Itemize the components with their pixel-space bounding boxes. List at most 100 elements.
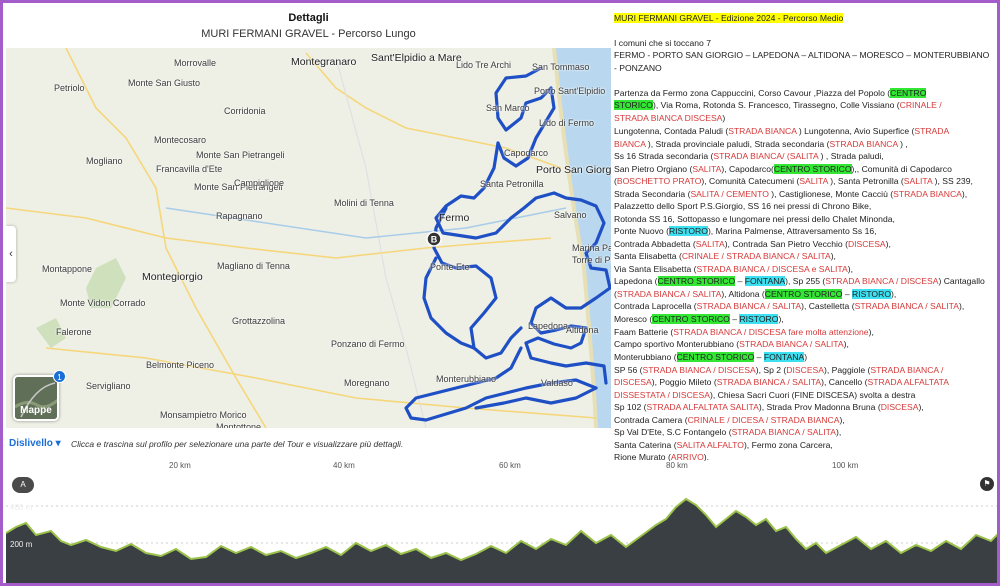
place-label: Molini di Tenna [334,198,394,208]
step-line: BIANCA ), Strada provinciale paludi, Str… [614,139,908,149]
place-label: Montegiorgio [142,271,203,283]
step-line: Lungotenna, Contada Paludi (STRADA BIANC… [614,126,950,136]
map-layers-label: Mappe [20,405,52,416]
place-label: Falerone [56,327,92,337]
place-label: Montottone [216,422,262,428]
place-label: Moregnano [344,378,390,388]
place-label: Salvano [554,210,587,220]
step-line: Contrada Camera (CRINALE / DICESA / STRA… [614,415,845,425]
layers-count-badge: 1 [53,370,66,383]
place-label: Monte Vidon Corrado [60,298,146,308]
step-line: Santa Caterina (SALITA ALFALTO), Fermo z… [614,440,833,450]
place-label: Servigliano [86,381,131,391]
step-line: Ss 16 Strada secondaria (STRADA BIANCA/ … [614,151,884,161]
place-label: Montappone [42,264,93,274]
place-label: Lido Tre Archi [456,60,512,70]
place-label: Grottazzolina [232,316,286,326]
details-title: Dettagli [288,12,329,24]
step-line: STRADA BIANCA DISCESA) [614,113,726,123]
comuni-count: I comuni che si toccano 7 [614,38,711,48]
step-line: Partenza da Fermo zona Cappuccini, Corso… [614,88,927,98]
place-label: Montegranaro [291,56,357,68]
place-label: Francavilla d'Ete [156,164,223,174]
flag-icon[interactable]: ⚑ [980,477,994,491]
place-label: Petriolo [54,83,85,93]
place-label: Torre di Palme [572,255,611,265]
collapse-sidebar-button[interactable]: ‹ [6,226,16,282]
elevation-dropdown[interactable]: Dislivello ▾ [9,438,61,449]
step-line: Sp 102 (STRADA ALFALTATA SALITA), Strada… [614,402,924,412]
tour-name: MURI FERMANI GRAVEL - Percorso Lungo [201,28,416,40]
place-label: Morrovalle [174,58,217,68]
place-label: Rapagnano [216,211,263,221]
route-map[interactable]: B Montegranaro Sant'Elpidio a Mare Petriol… [6,48,611,428]
place-label: Lido di Fermo [539,118,595,128]
place-label: San Tommaso [532,62,590,72]
step-line: Santa Elisabetta (CRINALE / STRADA BIANC… [614,251,836,261]
place-label: San Marco [486,103,530,113]
profile-hint: Clicca e trascina sul profilo per selezi… [71,439,404,449]
details-header: Dettagli MURI FERMANI GRAVEL - Percorso … [6,6,611,48]
place-label: Mogliano [86,156,123,166]
place-label: Porto San Giorgio [536,164,611,176]
step-line: Sp Val D'Ete, S.C Fontangelo (STRADA BIA… [614,427,842,437]
step-line: Rotonda SS 16, Sottopasso e lungomare ne… [614,214,895,224]
place-label: Ponte Ete [430,262,470,272]
step-line: Campo sportivo Monterubbiano (STRADA BIA… [614,339,849,349]
place-label: Marina Palmense [572,243,611,253]
altitude-label: 200 m [10,540,33,549]
distance-tick: 100 km [832,461,859,470]
step-line: (STRADA BIANCA / SALITA), Altidona (CENT… [614,289,897,299]
waypoint-label: B [431,235,438,245]
place-label: Monsampietro Morico [160,410,247,420]
distance-tick: 20 km [169,461,191,470]
step-line: STORICO), Via Roma, Rotonda S. Francesco… [614,100,942,110]
step-line: Contrada Abbadetta (SALITA), Contrada Sa… [614,239,891,249]
step-line: Lapedona (CENTRO STORICO – FONTANA), Sp … [614,276,985,286]
place-label: Santa Petronilla [480,179,544,189]
step-line: San Pietro Orgiano (SALITA), Capodarco(C… [614,164,952,174]
place-label: Belmonte Piceno [146,360,215,370]
step-line: Faam Batterie (STRADA BIANCA / DISCESA f… [614,327,874,337]
step-line: Contrada Laprocella (STRADA BIANCA / SAL… [614,301,965,311]
step-line: SP 56 (STRADA BIANCA / DISCESA), Sp 2 (D… [614,365,944,375]
place-label: Porto Sant'Elpidio [534,86,606,96]
place-label: Montecosaro [154,135,207,145]
screenshot-frame: Dettagli MURI FERMANI GRAVEL - Percorso … [0,0,1000,586]
place-label: Sant'Elpidio a Mare [371,52,462,64]
comuni-list: FERMO - PORTO SAN GIORGIO – LAPEDONA – A… [614,50,990,60]
route-description: MURI FERMANI GRAVEL - Edizione 2024 - Pe… [611,6,997,466]
place-label: Valdaso [541,378,573,388]
distance-tick: 80 km [666,461,688,470]
step-line: Via Santa Elisabetta (STRADA BIANCA / DI… [614,264,853,274]
elevation-profile[interactable]: 20 km 40 km 60 km 80 km 100 km 400 m 200 m A… [5,461,999,586]
step-line: (BOSCHETTO PRATO), Comunità Catecumeni (… [614,176,973,186]
place-label: Monte San Giusto [128,78,201,88]
step-line: Ponte Nuovo (RISTORO), Marina Palmense, … [614,226,877,236]
waypoint-marker: B [426,231,442,247]
tour-panel: Dettagli MURI FERMANI GRAVEL - Percorso … [6,6,611,461]
step-line: DISSESTATA / DISCESA), Chiesa Sacri Cuor… [614,390,916,400]
place-label: Altidona [566,325,599,335]
place-label: Capodarco [504,148,549,158]
step-line: Monterubbiano (CENTRO STORICO – FONTANA) [614,352,808,362]
place-label: Magliano di Tenna [217,261,290,271]
altitude-label: 400 m [10,503,33,512]
elevation-chart[interactable] [5,461,999,586]
profile-toolbar: Dislivello ▾ Clicca e trascina sul profi… [6,433,611,455]
map-layers-button[interactable]: Mappe [13,375,59,421]
comuni-list-cont: - PONZANO [614,63,662,73]
place-label: Monte San Pietrangeli [196,150,285,160]
distance-tick: 60 km [499,461,521,470]
step-line: Moresco (CENTRO STORICO – RISTORO), [614,314,784,324]
step-line: Strada Secondaria (SALITA / CEMENTO ), C… [614,189,968,199]
place-label: Lapedona [528,321,569,331]
place-label: Fermo [439,212,470,224]
description-title: MURI FERMANI GRAVEL - Edizione 2024 - Pe… [614,13,844,23]
place-label: Monterubbiano [436,374,497,384]
step-line: Palazzetto dello Sport P.S.Giorgio, SS 1… [614,201,872,211]
place-label: Ponzano di Fermo [331,339,405,349]
step-line: DISCESA), Poggio Mileto (STRADA BIANCA /… [614,377,949,387]
start-marker[interactable]: A [12,477,34,493]
place-label: Corridonia [224,106,266,116]
